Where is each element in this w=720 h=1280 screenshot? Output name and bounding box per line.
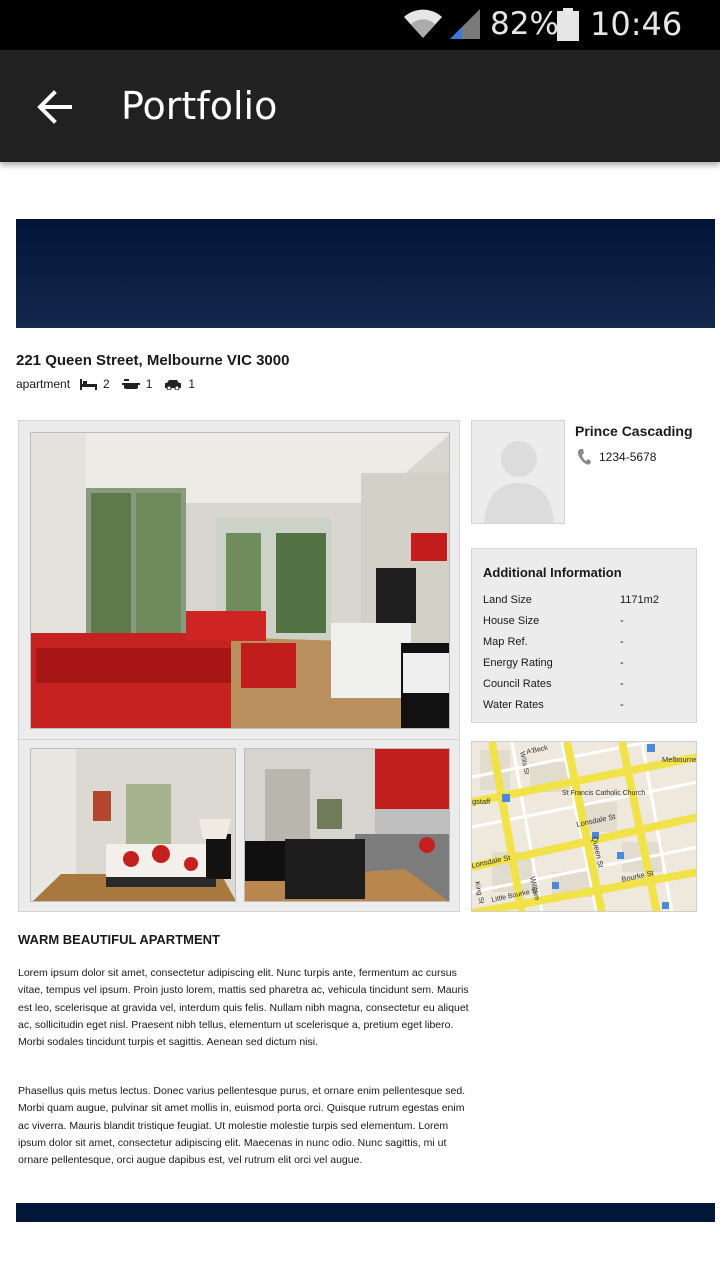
signal-icon	[450, 9, 480, 39]
clock-time: 10:46	[590, 5, 683, 43]
listing-address: 221 Queen Street, Melbourne VIC 3000	[16, 352, 290, 369]
location-map[interactable]: Melbourne Central St Francis Catholic Ch…	[471, 741, 697, 912]
agent-avatar	[471, 420, 565, 524]
info-value: -	[620, 656, 624, 669]
info-label: Water Rates	[483, 698, 544, 711]
additional-info-panel: Additional Information Land Size 1171m2 H…	[471, 548, 697, 723]
bathrooms-feature: 1	[121, 377, 153, 391]
bathrooms-count: 1	[145, 377, 153, 391]
photo-gallery	[18, 420, 460, 912]
description-title: WARM BEAUTIFUL APARTMENT	[18, 932, 220, 947]
battery-percent: 82%	[490, 6, 559, 42]
car-spaces-count: 1	[188, 377, 196, 391]
info-label: Land Size	[483, 593, 532, 606]
bath-icon	[121, 378, 140, 389]
agent-phone[interactable]: 1234-5678	[577, 448, 656, 466]
kitchen-photo[interactable]	[244, 748, 450, 902]
header-banner	[16, 219, 715, 328]
gallery-divider	[19, 739, 459, 740]
info-label: Energy Rating	[483, 656, 553, 669]
info-row: Council Rates -	[483, 673, 685, 694]
map-label-melbourne-central: Melbourne Central	[662, 755, 697, 764]
info-row: Map Ref. -	[483, 631, 685, 652]
info-label: House Size	[483, 614, 540, 627]
app-bar: Portfolio	[0, 50, 720, 162]
property-type: apartment	[16, 377, 71, 391]
info-value: -	[620, 677, 624, 690]
info-row: Energy Rating -	[483, 652, 685, 673]
description-paragraph: Lorem ipsum dolor sit amet, consectetur …	[18, 967, 469, 1049]
info-label: Council Rates	[483, 677, 552, 690]
wifi-icon	[404, 9, 442, 38]
arrow-left-icon[interactable]	[34, 86, 76, 128]
info-row: Land Size 1171m2	[483, 589, 685, 610]
phone-icon	[577, 449, 591, 465]
battery-icon	[557, 8, 579, 41]
car-icon	[165, 379, 182, 390]
bedrooms-count: 2	[103, 377, 110, 391]
additional-info-heading: Additional Information	[483, 565, 622, 580]
bedrooms-feature: 2	[80, 377, 110, 391]
person-placeholder-icon	[484, 441, 554, 523]
info-value: -	[620, 635, 624, 648]
agent-phone-number: 1234-5678	[599, 450, 657, 464]
description-paragraph: Phasellus quis metus lectus. Donec variu…	[18, 1085, 466, 1167]
map-label-flagstaff: gstaff	[472, 797, 491, 806]
info-value: 1171m2	[620, 593, 659, 606]
listing-features: apartment 2 1 1	[16, 377, 207, 391]
bedroom-photo[interactable]	[30, 748, 236, 902]
agent-name: Prince Cascading	[575, 423, 693, 439]
status-bar: 82% 10:46 PM	[0, 0, 720, 79]
car-spaces-feature: 1	[164, 377, 195, 391]
info-row: House Size -	[483, 610, 685, 631]
info-value: -	[620, 614, 624, 627]
page-title: Portfolio	[121, 84, 278, 128]
info-label: Map Ref.	[483, 635, 528, 648]
info-row: Water Rates -	[483, 694, 685, 715]
bed-icon	[80, 378, 98, 390]
map-label-st-francis: St Francis Catholic Church	[562, 790, 645, 797]
info-value: -	[620, 698, 624, 711]
living-room-photo[interactable]	[30, 432, 450, 729]
footer-banner	[16, 1203, 715, 1222]
